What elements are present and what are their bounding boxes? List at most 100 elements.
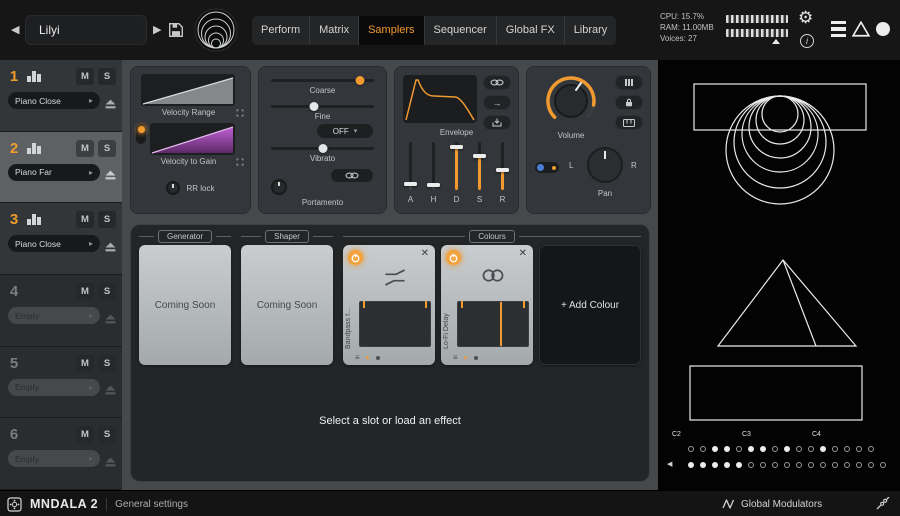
mute-button[interactable]: M (76, 211, 94, 229)
scroll-left-icon[interactable]: ◀ (667, 460, 672, 468)
chevron-right-icon: ▸ (88, 239, 93, 249)
tab-samplers[interactable]: Samplers (358, 16, 424, 45)
eject-icon[interactable] (105, 382, 116, 395)
ram-stat: RAM: 11.00MB (660, 23, 714, 32)
sampler-slot-3[interactable]: 3 M S Piano Close ▸ (0, 203, 122, 276)
mute-button[interactable]: M (76, 139, 94, 157)
menu-icon[interactable]: ≡ (453, 353, 458, 363)
add-colour-button[interactable]: + Add Colour (539, 245, 641, 365)
colour-slot-bandpass[interactable]: ✕ Bandpass f... ≡ ▲ (343, 245, 435, 365)
fine-slider[interactable]: Fine (271, 101, 374, 121)
velocity-range-graph[interactable] (141, 74, 235, 106)
general-settings-link[interactable]: General settings (115, 499, 188, 510)
preset-selector[interactable]: Lilyi (25, 15, 147, 45)
waveform-icon (27, 142, 41, 154)
sampler-slot-6[interactable]: 6 M S Empty ▸ (0, 418, 122, 491)
global-modulators-link[interactable]: Global Modulators (722, 491, 822, 516)
visual-rectangle-bottom (689, 365, 863, 421)
volume-knob[interactable] (543, 73, 599, 129)
close-icon[interactable]: ✕ (419, 247, 431, 261)
generator-slot[interactable]: Coming Soon (139, 245, 231, 365)
solo-button[interactable]: S (98, 283, 116, 301)
envelope-link-button[interactable] (483, 75, 511, 90)
sample-selector[interactable]: Empty ▸ (8, 378, 100, 396)
colour-slot-lofi-delay[interactable]: ✕ Lo-Fi Delay ≡ ▲ (441, 245, 533, 365)
solo-button[interactable]: S (98, 426, 116, 444)
eject-icon[interactable] (105, 239, 116, 252)
tab-perform[interactable]: Perform (252, 16, 309, 45)
mute-button[interactable]: M (76, 426, 94, 444)
sampler-slot-1[interactable]: 1 M S Piano Close ▸ (0, 60, 122, 132)
sample-selector[interactable]: Empty ▸ (8, 307, 100, 325)
output-keyboard-button[interactable] (615, 115, 643, 130)
envelope-fader-release[interactable]: R (494, 142, 512, 204)
vibrato-slider[interactable]: Vibrato (271, 143, 374, 163)
eject-icon[interactable] (105, 96, 116, 108)
expand-icon[interactable] (236, 109, 244, 117)
effect-display[interactable] (359, 301, 431, 347)
envelope-fader-attack[interactable]: A (402, 142, 420, 204)
eject-icon[interactable] (105, 311, 116, 323)
slider-thumb[interactable] (355, 75, 365, 85)
fader-thumb[interactable] (473, 154, 486, 159)
shaper-slot[interactable]: Coming Soon (241, 245, 333, 365)
output-lock-button[interactable] (615, 95, 643, 110)
sampler-slot-5[interactable]: 5 M S Empty ▸ (0, 346, 122, 419)
solo-button[interactable]: S (98, 139, 116, 157)
fader-thumb[interactable] (496, 167, 509, 172)
fader-thumb[interactable] (450, 144, 463, 149)
mute-button[interactable]: M (76, 354, 94, 372)
save-icon[interactable] (168, 22, 184, 38)
menu-icon[interactable]: ≡ (355, 353, 360, 363)
slider-thumb[interactable] (309, 101, 319, 111)
fader-thumb[interactable] (427, 183, 440, 188)
tab-matrix[interactable]: Matrix (309, 16, 358, 45)
eject-icon[interactable] (105, 454, 116, 467)
output-meter-button[interactable] (615, 75, 643, 90)
sample-selector[interactable]: Piano Far ▸ (8, 163, 100, 181)
solo-button[interactable]: S (98, 68, 116, 85)
sampler-slot-4[interactable]: 4 M S Empty ▸ (0, 275, 122, 347)
tab-global-fx[interactable]: Global FX (495, 16, 564, 45)
sampler-slot-2[interactable]: 2 M S Piano Far ▸ (0, 131, 122, 204)
mute-button[interactable]: M (76, 283, 94, 301)
portamento-knob[interactable] (271, 179, 287, 195)
mute-button[interactable]: M (76, 68, 94, 85)
sample-selector[interactable]: Empty ▸ (8, 450, 100, 468)
pan-knob[interactable] (587, 147, 623, 183)
disconnect-icon[interactable] (875, 496, 890, 511)
lr-toggle[interactable] (535, 162, 559, 173)
tab-sequencer[interactable]: Sequencer (423, 16, 496, 45)
envelope-copy-button[interactable]: → (483, 95, 511, 110)
preset-forward-icon[interactable]: ▶ (153, 23, 161, 37)
solo-button[interactable]: S (98, 354, 116, 372)
envelope-graph[interactable] (403, 75, 477, 123)
tab-library[interactable]: Library (563, 16, 617, 45)
velocity-gain-toggle[interactable] (136, 124, 146, 144)
info-icon[interactable]: i (800, 34, 814, 48)
coarse-slider[interactable]: Coarse (271, 75, 374, 95)
effect-display[interactable] (457, 301, 529, 347)
sample-selector[interactable]: Piano Close ▸ (8, 92, 100, 109)
envelope-fader-sustain[interactable]: S (471, 142, 489, 204)
pitch-mode-dropdown[interactable]: OFF ▾ (317, 124, 373, 138)
preset-back-icon[interactable]: ◀ (11, 23, 19, 37)
eject-icon[interactable] (105, 167, 116, 180)
vibrato-link-button[interactable] (331, 169, 373, 182)
slider-thumb[interactable] (318, 143, 327, 153)
envelope-fader-decay[interactable]: D (448, 142, 466, 204)
velocity-gain-graph[interactable] (150, 123, 235, 155)
rr-lock-knob[interactable] (166, 181, 181, 195)
solo-button[interactable]: S (98, 211, 116, 229)
fader-thumb[interactable] (404, 182, 417, 187)
pitch-panel: Coarse Fine OFF ▾ Vibrato Portamento (258, 66, 387, 214)
portamento-label: Portamento (301, 198, 344, 207)
envelope-fader-hold[interactable]: H (425, 142, 443, 204)
meter-marker-icon[interactable] (772, 39, 780, 44)
close-icon[interactable]: ✕ (517, 247, 529, 261)
expand-icon[interactable] (236, 158, 244, 166)
gear-icon[interactable]: ⚙ (798, 8, 813, 28)
sample-selector[interactable]: Piano Close ▸ (8, 235, 100, 253)
level-meters[interactable] (726, 15, 790, 44)
note-dot-row (688, 462, 886, 468)
